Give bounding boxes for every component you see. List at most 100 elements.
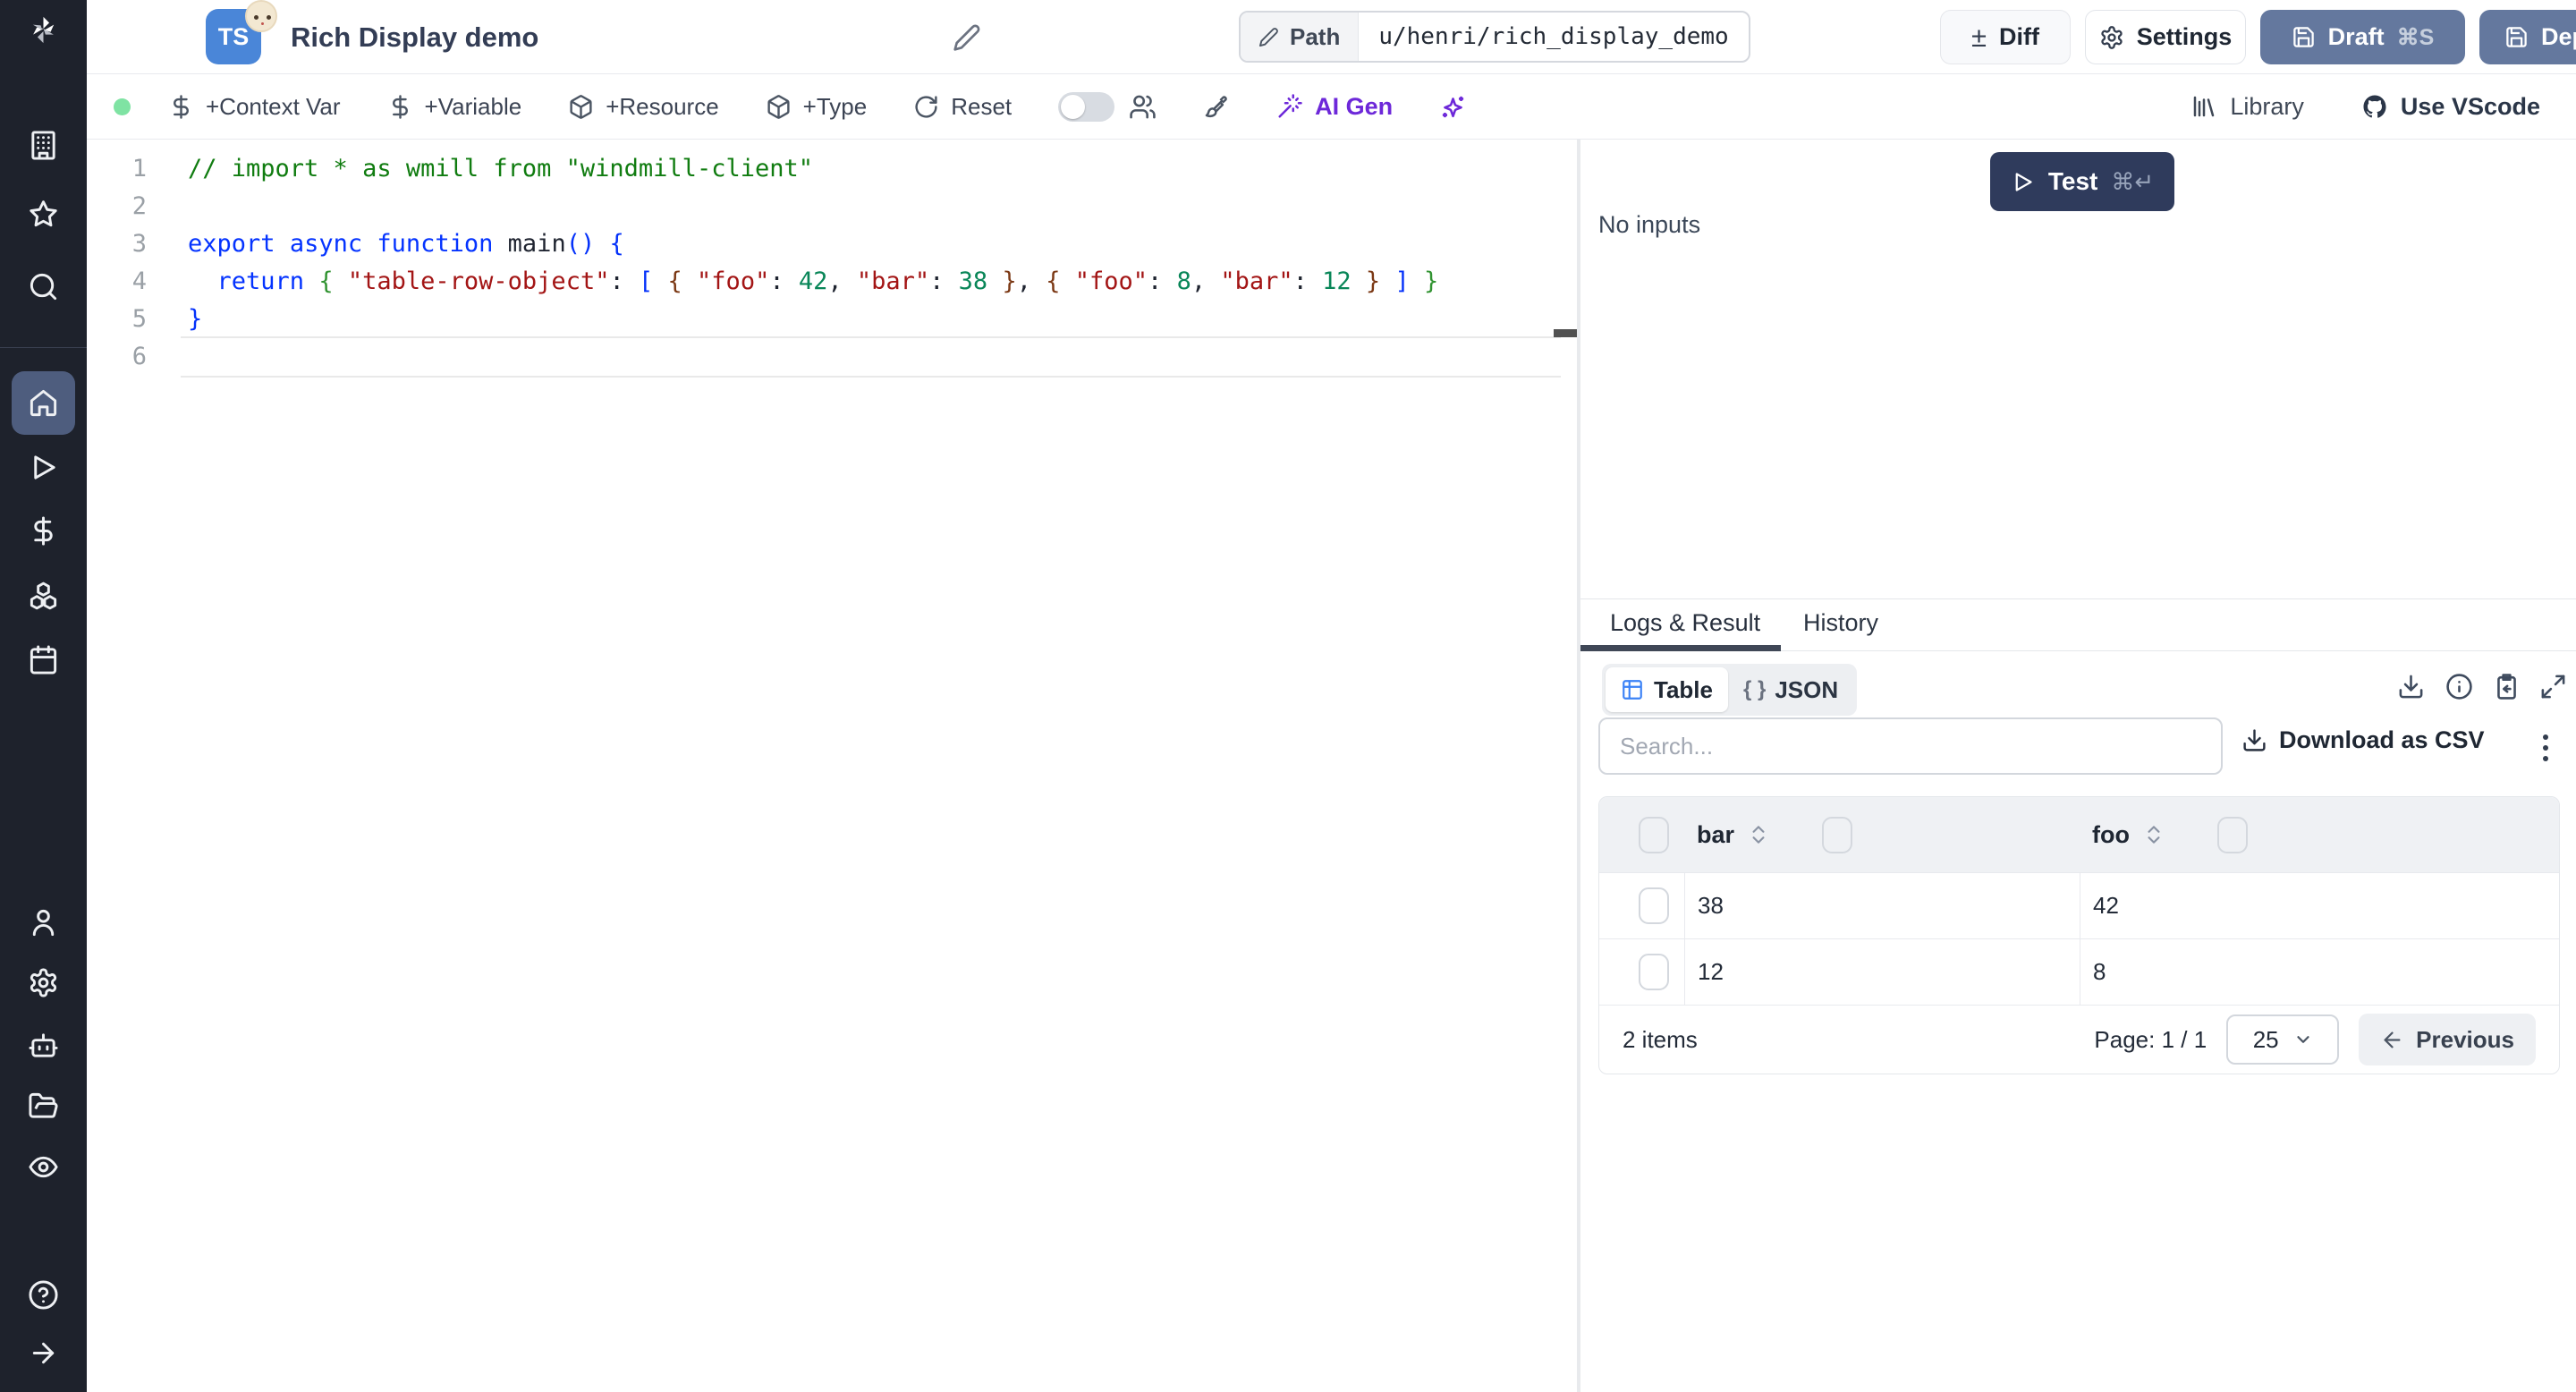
column-header-foo[interactable]: foo (2080, 816, 2559, 853)
diff-button[interactable]: ± Diff (1940, 10, 2071, 64)
collapse-arrow-icon[interactable] (28, 1337, 59, 1369)
runs-play-icon[interactable] (28, 452, 59, 483)
ai-gen-button[interactable]: AI Gen (1276, 93, 1393, 121)
left-sidebar (0, 0, 87, 1392)
search-icon[interactable] (28, 271, 59, 302)
settings-button[interactable]: Settings (2085, 10, 2246, 64)
column-checkbox-bar[interactable] (1822, 816, 1853, 853)
copy-clipboard-icon[interactable] (2493, 673, 2521, 700)
favorites-star-icon[interactable] (28, 199, 59, 230)
page-indicator: Page: 1 / 1 (2094, 1025, 2207, 1053)
package-icon (570, 94, 592, 119)
table-icon (1623, 680, 1642, 700)
view-json-button[interactable]: { } JSON (1728, 667, 1853, 712)
path-field[interactable]: Path u/henri/rich_display_demo (1239, 11, 1750, 63)
download-csv-button[interactable]: Download as CSV (2241, 726, 2485, 754)
column-header-bar[interactable]: bar (1684, 816, 2080, 853)
reset-button[interactable]: Reset (913, 93, 1012, 121)
code-line[interactable]: 4 return { "table-row-object": [ { "foo"… (87, 263, 1577, 301)
test-button[interactable]: Test ⌘↵ (1990, 152, 2174, 211)
previous-label: Previous (2416, 1025, 2514, 1053)
code-line[interactable]: 3 export async function main() { (87, 225, 1577, 263)
top-bar: TS Rich Display demo Path u/henri/rich_d… (87, 0, 2576, 74)
context-var-label: +Context Var (206, 92, 341, 120)
sort-icon[interactable] (1747, 823, 1770, 846)
code-editor[interactable]: 1 // import * as wmill from "windmill-cli… (87, 140, 1577, 1392)
table-cell: 42 (2080, 873, 2559, 938)
path-pencil-icon (1258, 27, 1278, 47)
table-body: 38 42 12 8 (1599, 872, 2559, 1005)
add-type-button[interactable]: +Type (766, 93, 867, 121)
windmill-logo-icon[interactable] (28, 14, 59, 46)
code-lines: 1 // import * as wmill from "windmill-cli… (87, 150, 1577, 378)
edit-title-pencil-icon[interactable] (953, 23, 981, 52)
help-icon[interactable] (28, 1279, 59, 1311)
variables-dollar-icon[interactable] (28, 515, 59, 547)
sparkles-icon[interactable] (1439, 93, 1467, 121)
column-checkbox-foo[interactable] (2216, 816, 2248, 853)
table-footer: 2 items Page: 1 / 1 25 Previous (1599, 1005, 2559, 1074)
code-line[interactable]: 2 (87, 188, 1577, 225)
add-resource-button[interactable]: +Resource (568, 93, 719, 121)
multiplayer-toggle[interactable] (1058, 91, 1115, 122)
download-result-icon[interactable] (2397, 673, 2425, 700)
line-number: 5 (131, 305, 147, 333)
add-context-var-button[interactable]: +Context Var (168, 93, 341, 121)
folders-icon[interactable] (28, 1091, 59, 1122)
resources-boxes-icon[interactable] (28, 580, 59, 611)
view-table-button[interactable]: Table (1606, 667, 1728, 712)
user-icon[interactable] (28, 907, 59, 938)
deploy-label: Deploy (2540, 23, 2576, 50)
row-checkbox-cell (1599, 939, 1684, 1005)
code-line[interactable]: 6 (87, 336, 1577, 378)
library-button[interactable]: Library (2190, 93, 2304, 121)
sort-icon[interactable] (2142, 823, 2165, 846)
use-vscode-button[interactable]: Use VScode (2361, 93, 2540, 121)
package-icon (767, 94, 790, 119)
workers-robot-icon[interactable] (28, 1030, 59, 1061)
home-icon (30, 389, 57, 417)
table-row[interactable]: 12 8 (1599, 938, 2559, 1005)
no-inputs-text: No inputs (1598, 211, 1701, 238)
schedules-calendar-icon[interactable] (28, 644, 59, 675)
magic-wand-icon (1278, 94, 1302, 118)
line-number: 3 (131, 230, 147, 258)
settings-gear-icon (2101, 25, 2123, 49)
script-title: Rich Display demo (291, 21, 539, 53)
sidebar-item-home-active[interactable] (12, 371, 75, 435)
library-label: Library (2230, 92, 2304, 120)
draft-shortcut: ⌘S (2396, 24, 2435, 50)
sidebar-divider (0, 347, 87, 348)
code-line[interactable]: 5} (87, 301, 1577, 338)
panel-resize-divider[interactable] (1577, 74, 1580, 1392)
path-value[interactable]: u/henri/rich_display_demo (1359, 13, 1748, 61)
json-braces-icon: { } (1742, 677, 1767, 701)
test-shortcut: ⌘↵ (2111, 167, 2155, 195)
line-number: 6 (131, 343, 147, 370)
format-brush-icon[interactable] (1203, 93, 1230, 120)
editor-toolbar: +Context Var +Variable +Resource +Type R… (87, 74, 2576, 140)
deploy-button[interactable]: Deploy (2479, 10, 2576, 64)
code-line[interactable]: 1 // import * as wmill from "windmill-cli… (87, 150, 1577, 188)
settings-gear-icon[interactable] (28, 967, 59, 998)
tab-history[interactable]: History (1803, 609, 1878, 637)
editor-scrollbar-marker[interactable] (1554, 329, 1577, 337)
expand-icon[interactable] (2539, 673, 2567, 700)
info-icon[interactable] (2445, 673, 2473, 700)
tab-logs-result[interactable]: Logs & Result (1610, 609, 1760, 637)
select-all-checkbox[interactable] (1639, 816, 1669, 853)
page-size-select[interactable]: 25 (2226, 1014, 2340, 1065)
previous-page-button[interactable]: Previous (2359, 1014, 2536, 1065)
draft-button[interactable]: Draft ⌘S (2260, 10, 2465, 64)
row-checkbox[interactable] (1639, 887, 1669, 924)
row-checkbox-cell (1599, 873, 1684, 938)
row-checkbox[interactable] (1639, 954, 1669, 990)
table-row[interactable]: 38 42 (1599, 872, 2559, 938)
search-input[interactable] (1598, 717, 2223, 775)
more-options-icon[interactable] (2528, 728, 2563, 768)
column-label-bar: bar (1697, 820, 1735, 848)
audit-eye-icon[interactable] (28, 1151, 59, 1183)
add-variable-button[interactable]: +Variable (387, 93, 521, 121)
workspace-building-icon[interactable] (28, 130, 59, 161)
